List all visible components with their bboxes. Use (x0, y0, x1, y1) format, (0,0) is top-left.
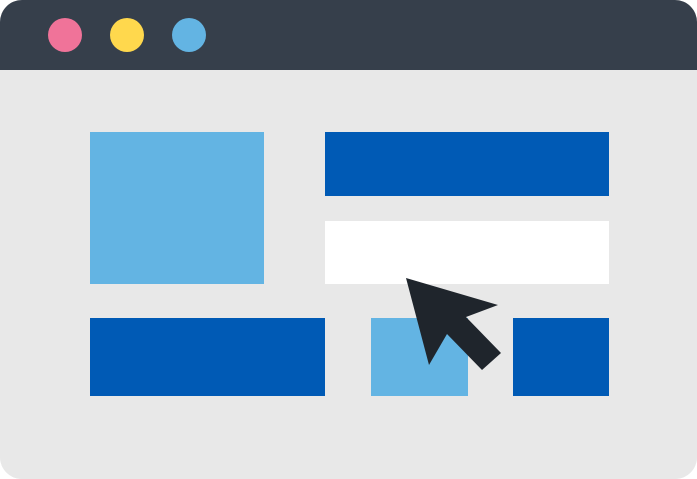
small-card-placeholder[interactable] (371, 318, 468, 396)
window-content (0, 70, 697, 479)
hero-image-placeholder (90, 132, 264, 284)
screenshot-stage (0, 0, 697, 479)
maximize-window-button[interactable] (172, 18, 206, 52)
header-bar-placeholder[interactable] (325, 132, 609, 196)
app-window (0, 0, 697, 479)
right-card-placeholder[interactable] (513, 318, 609, 396)
minimize-window-button[interactable] (110, 18, 144, 52)
input-field-placeholder[interactable] (325, 221, 609, 284)
close-window-button[interactable] (48, 18, 82, 52)
window-titlebar (0, 0, 697, 70)
wide-card-placeholder[interactable] (90, 318, 325, 396)
